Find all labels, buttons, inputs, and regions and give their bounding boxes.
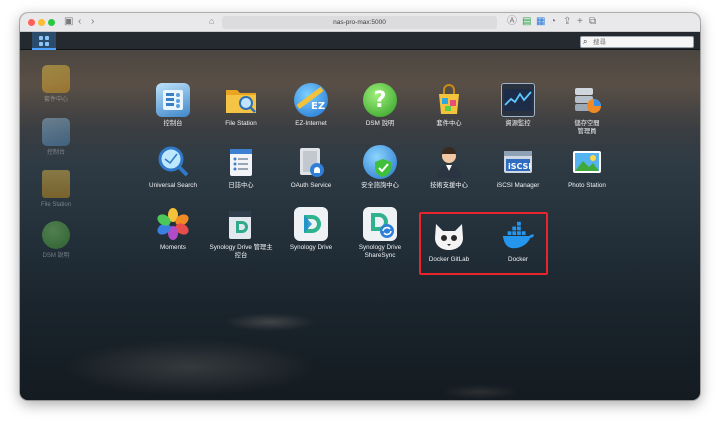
magnifier-icon (156, 145, 190, 179)
highlight-box (419, 212, 548, 275)
shield-icon: ⌂ (209, 16, 215, 26)
search-field[interactable]: ⌕ 搜尋 (580, 36, 694, 48)
folder-icon (42, 170, 70, 198)
app-photo-station[interactable]: Photo Station (549, 145, 625, 190)
grid-icon (39, 36, 49, 46)
oauth-lock-icon (294, 145, 328, 179)
security-advisor-icon (363, 145, 397, 179)
back-icon[interactable]: ‹ (78, 16, 81, 28)
app-synology-drive-sharesync[interactable]: Synology Drive ShareSync (342, 207, 418, 260)
app-label: File Station (225, 120, 257, 127)
search-placeholder: 搜尋 (593, 39, 606, 46)
control-panel-icon (42, 118, 70, 146)
app-label: 儲存空間 管理員 (574, 120, 600, 135)
help-icon (42, 221, 70, 249)
folder-search-icon (224, 83, 258, 117)
extension-icon[interactable]: ▤ (522, 16, 531, 28)
minimize-window-button[interactable] (38, 19, 45, 26)
package-center-icon (42, 65, 70, 93)
app-label: Synology Drive (289, 244, 333, 251)
bitwarden-icon[interactable]: ▦ (536, 16, 545, 28)
app-dsm-help[interactable]: ? DSM 說明 (342, 83, 418, 128)
browser-titlebar: ▣ ‹ › ⌂ nas-pro-max:5000 Ⓐ ▤ ▦ ◔ ⇪ + ⧉ (20, 13, 700, 32)
svg-text:EZ: EZ (311, 101, 325, 112)
app-log-center[interactable]: 日誌中心 (203, 145, 279, 190)
app-label: Moments (160, 244, 186, 251)
storage-manager-icon (570, 83, 604, 117)
log-center-icon (224, 145, 258, 179)
close-window-button[interactable] (28, 19, 35, 26)
drive-admin-icon (224, 207, 258, 241)
new-tab-icon[interactable]: + (577, 16, 583, 28)
app-moments[interactable]: Moments (135, 207, 211, 252)
shortcut-label: 套件中心 (43, 97, 68, 103)
app-label: Synology Drive ShareSync (358, 244, 402, 259)
zoom-window-button[interactable] (48, 19, 55, 26)
app-label: 日誌中心 (228, 182, 254, 189)
app-iscsi-manager[interactable]: iSCSI iSCSI Manager (480, 145, 556, 190)
app-label: DSM 說明 (365, 120, 395, 127)
shopping-bag-icon (432, 83, 466, 117)
forward-icon[interactable]: › (91, 16, 94, 28)
sidebar-toggle-icon[interactable]: ▣ (64, 16, 73, 28)
app-label: 套件中心 (436, 120, 462, 127)
drive-sharesync-icon (363, 207, 397, 241)
address-bar[interactable]: nas-pro-max:5000 (222, 16, 497, 29)
resource-monitor-icon (501, 83, 535, 117)
app-label: OAuth Service (290, 182, 332, 189)
app-label: Universal Search (149, 182, 197, 189)
app-label: 資源監控 (505, 120, 531, 127)
browser-window: ▣ ‹ › ⌂ nas-pro-max:5000 Ⓐ ▤ ▦ ◔ ⇪ + ⧉ ⌕… (20, 13, 700, 400)
app-label: iSCSI Manager (496, 182, 540, 189)
iscsi-icon: iSCSI (501, 145, 535, 179)
control-panel-icon (156, 83, 190, 117)
app-package-center[interactable]: 套件中心 (411, 83, 487, 128)
share-icon[interactable]: ⇪ (563, 16, 571, 28)
main-menu-button[interactable] (32, 32, 56, 50)
moments-flower-icon (156, 207, 190, 241)
desktop-shortcut-dsm-help[interactable]: DSM 說明 (26, 221, 86, 260)
shortcut-label: 控制台 (46, 150, 65, 156)
app-oauth-service[interactable]: OAuth Service (273, 145, 349, 190)
app-ez-internet[interactable]: EZ EZ-Internet (273, 83, 349, 128)
tabs-overview-icon[interactable]: ⧉ (589, 16, 596, 28)
app-label: 控制台 (163, 120, 183, 127)
support-agent-icon (432, 145, 466, 179)
search-icon: ⌕ (583, 37, 588, 46)
reader-icon[interactable]: Ⓐ (507, 16, 517, 28)
app-file-station[interactable]: File Station (203, 83, 279, 128)
desktop-shortcut-package-center[interactable]: 套件中心 (26, 65, 86, 104)
app-resource-monitor[interactable]: 資源監控 (480, 83, 556, 128)
app-label: Photo Station (568, 182, 606, 189)
app-label: 技術支援中心 (430, 182, 468, 189)
app-label: EZ-Internet (295, 120, 327, 127)
help-icon: ? (363, 83, 397, 117)
desktop-shortcut-file-station[interactable]: File Station (26, 170, 86, 209)
app-universal-search[interactable]: Universal Search (135, 145, 211, 190)
desktop-shortcut-control-panel[interactable]: 控制台 (26, 118, 86, 157)
app-synology-drive-admin[interactable]: Synology Drive 管理主 控台 (203, 207, 279, 260)
app-security-advisor[interactable]: 安全諮詢中心 (342, 145, 418, 190)
app-control-panel[interactable]: 控制台 (135, 83, 211, 128)
shortcut-label: DSM 說明 (42, 253, 70, 259)
shortcut-label: File Station (40, 202, 71, 208)
photo-icon (570, 145, 604, 179)
app-storage-manager[interactable]: 儲存空間 管理員 (549, 83, 625, 136)
drive-icon (294, 207, 328, 241)
app-label: Synology Drive 管理主 控台 (209, 244, 273, 259)
app-synology-drive[interactable]: Synology Drive (273, 207, 349, 252)
download-icon[interactable]: ◔ (550, 16, 556, 28)
app-label: 安全諮詢中心 (361, 182, 399, 189)
ez-internet-icon: EZ (294, 83, 328, 117)
svg-text:iSCSI: iSCSI (508, 162, 531, 171)
app-support-center[interactable]: 技術支援中心 (411, 145, 487, 190)
